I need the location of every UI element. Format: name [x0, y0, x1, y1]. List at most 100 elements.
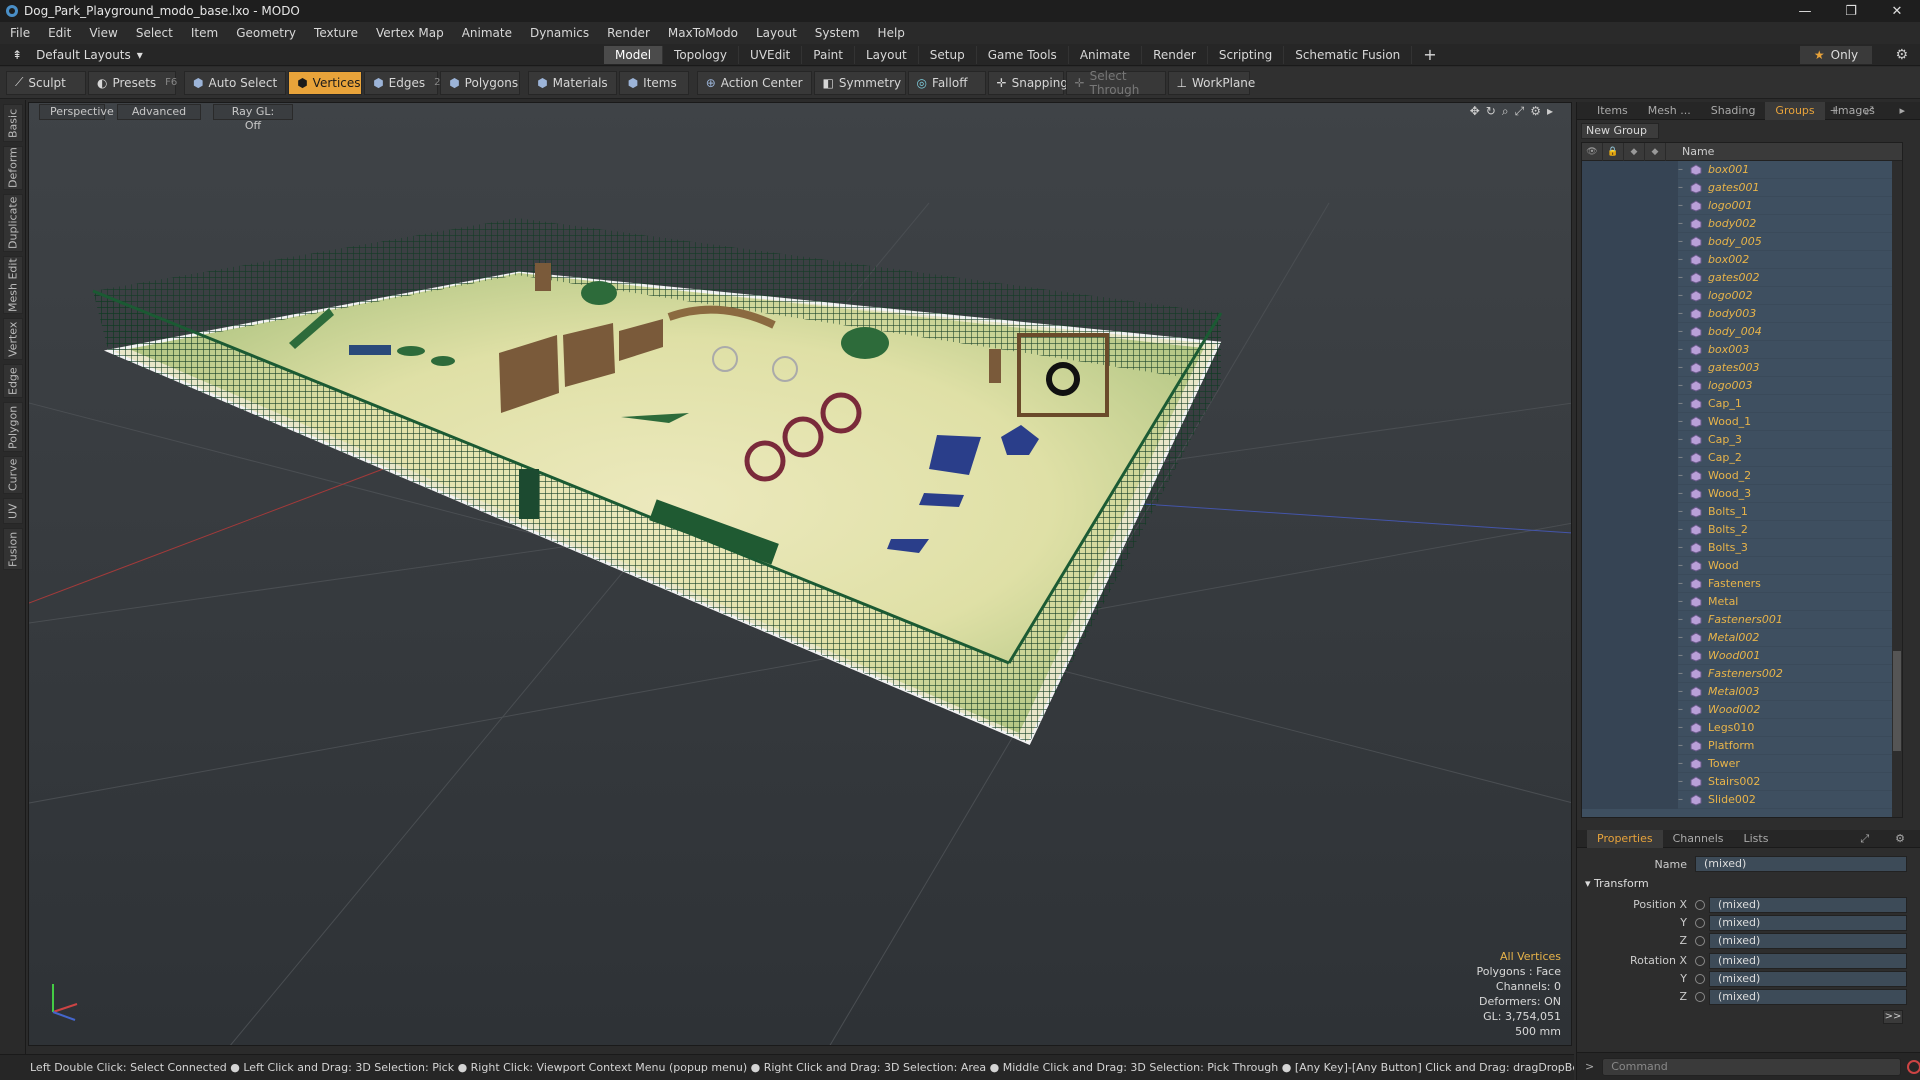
panel-menu-icon[interactable]: ▸: [1889, 102, 1915, 120]
props-expand-icon[interactable]: ⤢: [1850, 830, 1879, 848]
tab-edge[interactable]: Edge: [3, 364, 23, 398]
visibility-icon[interactable]: 👁: [1582, 143, 1603, 161]
tab-setup[interactable]: Setup: [919, 46, 977, 64]
more-properties-button[interactable]: >>: [1883, 1010, 1903, 1024]
viewport-settings-icon[interactable]: ⚙: [1530, 104, 1541, 119]
symmetry-button[interactable]: ◧ Symmetry: [813, 70, 906, 95]
group-row[interactable]: – Tower: [1582, 754, 1902, 773]
group-row[interactable]: – body002: [1582, 214, 1902, 233]
tab-duplicate[interactable]: Duplicate: [3, 194, 23, 252]
group-row[interactable]: – logo003: [1582, 376, 1902, 395]
rotate-icon[interactable]: ↻: [1486, 104, 1496, 119]
group-row[interactable]: – logo001: [1582, 196, 1902, 215]
tab-animate[interactable]: Animate: [1069, 46, 1143, 64]
tab-groups[interactable]: Groups: [1765, 101, 1825, 120]
auto-select-button[interactable]: ⬢ Auto Select: [184, 70, 287, 95]
name-field[interactable]: (mixed): [1695, 856, 1907, 872]
rotation-x-field[interactable]: (mixed): [1709, 952, 1907, 969]
tab-mesh-edit[interactable]: Mesh Edit: [3, 256, 23, 314]
group-row[interactable]: – Legs010: [1582, 718, 1902, 737]
tab-deform[interactable]: Deform: [3, 146, 23, 190]
position-z-field[interactable]: (mixed): [1709, 932, 1907, 949]
group-row[interactable]: – Metal003: [1582, 682, 1902, 701]
position-y-key-icon[interactable]: [1695, 917, 1705, 928]
tab-lists[interactable]: Lists: [1734, 830, 1779, 848]
menu-animate[interactable]: Animate: [462, 26, 512, 40]
group-row[interactable]: – Slide002: [1582, 790, 1902, 809]
restore-button[interactable]: ❐: [1828, 0, 1874, 22]
tab-scripting[interactable]: Scripting: [1208, 46, 1285, 64]
menu-vertex-map[interactable]: Vertex Map: [376, 26, 444, 40]
render-col-icon[interactable]: ◆: [1645, 143, 1666, 161]
sculpt-button[interactable]: ⟋ Sculpt: [6, 70, 86, 95]
select-through-button[interactable]: ✛ Select Through: [1065, 69, 1166, 97]
presets-button[interactable]: ◐ Presets F6: [88, 70, 177, 95]
group-row[interactable]: – box003: [1582, 340, 1902, 359]
position-y-field[interactable]: (mixed): [1709, 914, 1907, 931]
rotation-z-key-icon[interactable]: [1695, 991, 1705, 1002]
vertices-button[interactable]: ⬢ Vertices: [288, 70, 363, 95]
pan-icon[interactable]: ✥: [1470, 104, 1480, 119]
group-row[interactable]: – Fasteners001: [1582, 610, 1902, 629]
group-row[interactable]: – Wood002: [1582, 700, 1902, 719]
group-row[interactable]: – Bolts_2: [1582, 520, 1902, 539]
rotation-y-key-icon[interactable]: [1695, 973, 1705, 984]
menu-geometry[interactable]: Geometry: [236, 26, 296, 40]
close-button[interactable]: ✕: [1874, 0, 1920, 22]
tab-uvedit[interactable]: UVEdit: [739, 46, 803, 64]
menu-select[interactable]: Select: [136, 26, 173, 40]
group-row[interactable]: – Wood_1: [1582, 412, 1902, 431]
menu-render[interactable]: Render: [607, 26, 650, 40]
select-col-icon[interactable]: ◆: [1624, 143, 1645, 161]
viewport-menu-icon[interactable]: ▸: [1547, 104, 1553, 119]
ray-gl-toggle[interactable]: Ray GL: Off: [213, 104, 293, 132]
minimize-button[interactable]: —: [1782, 0, 1828, 22]
group-row[interactable]: – Wood_3: [1582, 484, 1902, 503]
name-column-header[interactable]: Name: [1666, 145, 1714, 158]
group-row[interactable]: – Wood: [1582, 556, 1902, 575]
tab-paint[interactable]: Paint: [802, 46, 855, 64]
menu-texture[interactable]: Texture: [314, 26, 358, 40]
position-x-field[interactable]: (mixed): [1709, 896, 1907, 913]
edges-button[interactable]: ⬢ Edges 2: [364, 70, 441, 95]
only-toggle[interactable]: ★ Only: [1800, 46, 1872, 64]
group-row[interactable]: – Wood_2: [1582, 466, 1902, 485]
add-tab-icon[interactable]: +: [1412, 46, 1447, 64]
tab-channels[interactable]: Channels: [1663, 830, 1734, 848]
new-group-button[interactable]: New Group: [1581, 123, 1659, 139]
expand-icon[interactable]: ⤢: [1855, 102, 1884, 120]
group-row[interactable]: – Cap_1: [1582, 394, 1902, 413]
tab-fusion[interactable]: Fusion: [3, 528, 23, 570]
group-row[interactable]: – Bolts_1: [1582, 502, 1902, 521]
group-row[interactable]: – Metal002: [1582, 628, 1902, 647]
tab-basic[interactable]: Basic: [3, 104, 23, 142]
group-row[interactable]: – box001: [1582, 160, 1902, 179]
tab-mesh[interactable]: Mesh ...: [1638, 102, 1701, 120]
group-row[interactable]: – Fasteners: [1582, 574, 1902, 593]
zoom-icon[interactable]: ⌕: [1502, 104, 1509, 119]
polygons-button[interactable]: ⬢ Polygons: [440, 70, 521, 95]
action-center-button[interactable]: ⊕ Action Center: [696, 70, 812, 95]
group-row[interactable]: – Cap_2: [1582, 448, 1902, 467]
falloff-button[interactable]: ◎ Falloff: [907, 70, 986, 95]
scrollbar-thumb[interactable]: [1893, 651, 1901, 751]
transform-section[interactable]: ▾ Transform: [1585, 877, 1649, 890]
rotation-z-field[interactable]: (mixed): [1709, 988, 1907, 1005]
group-row[interactable]: – Fasteners002: [1582, 664, 1902, 683]
group-row[interactable]: – box002: [1582, 250, 1902, 269]
menu-file[interactable]: File: [10, 26, 30, 40]
group-row[interactable]: – Wood001: [1582, 646, 1902, 665]
fit-icon[interactable]: ⤢: [1515, 104, 1525, 119]
tab-model[interactable]: Model: [604, 46, 664, 64]
tree-scrollbar[interactable]: [1892, 161, 1902, 817]
stop-icon[interactable]: [1907, 1059, 1920, 1074]
menu-edit[interactable]: Edit: [48, 26, 71, 40]
tab-properties[interactable]: Properties: [1587, 829, 1663, 848]
view-perspective-dropdown[interactable]: Perspective: [39, 104, 114, 120]
group-row[interactable]: – gates003: [1582, 358, 1902, 377]
tab-topology[interactable]: Topology: [663, 46, 740, 64]
position-z-key-icon[interactable]: [1695, 935, 1705, 946]
add-panel-tab-icon[interactable]: +: [1819, 102, 1848, 120]
group-row[interactable]: – Cap_3: [1582, 430, 1902, 449]
tab-uv[interactable]: UV: [3, 498, 23, 524]
